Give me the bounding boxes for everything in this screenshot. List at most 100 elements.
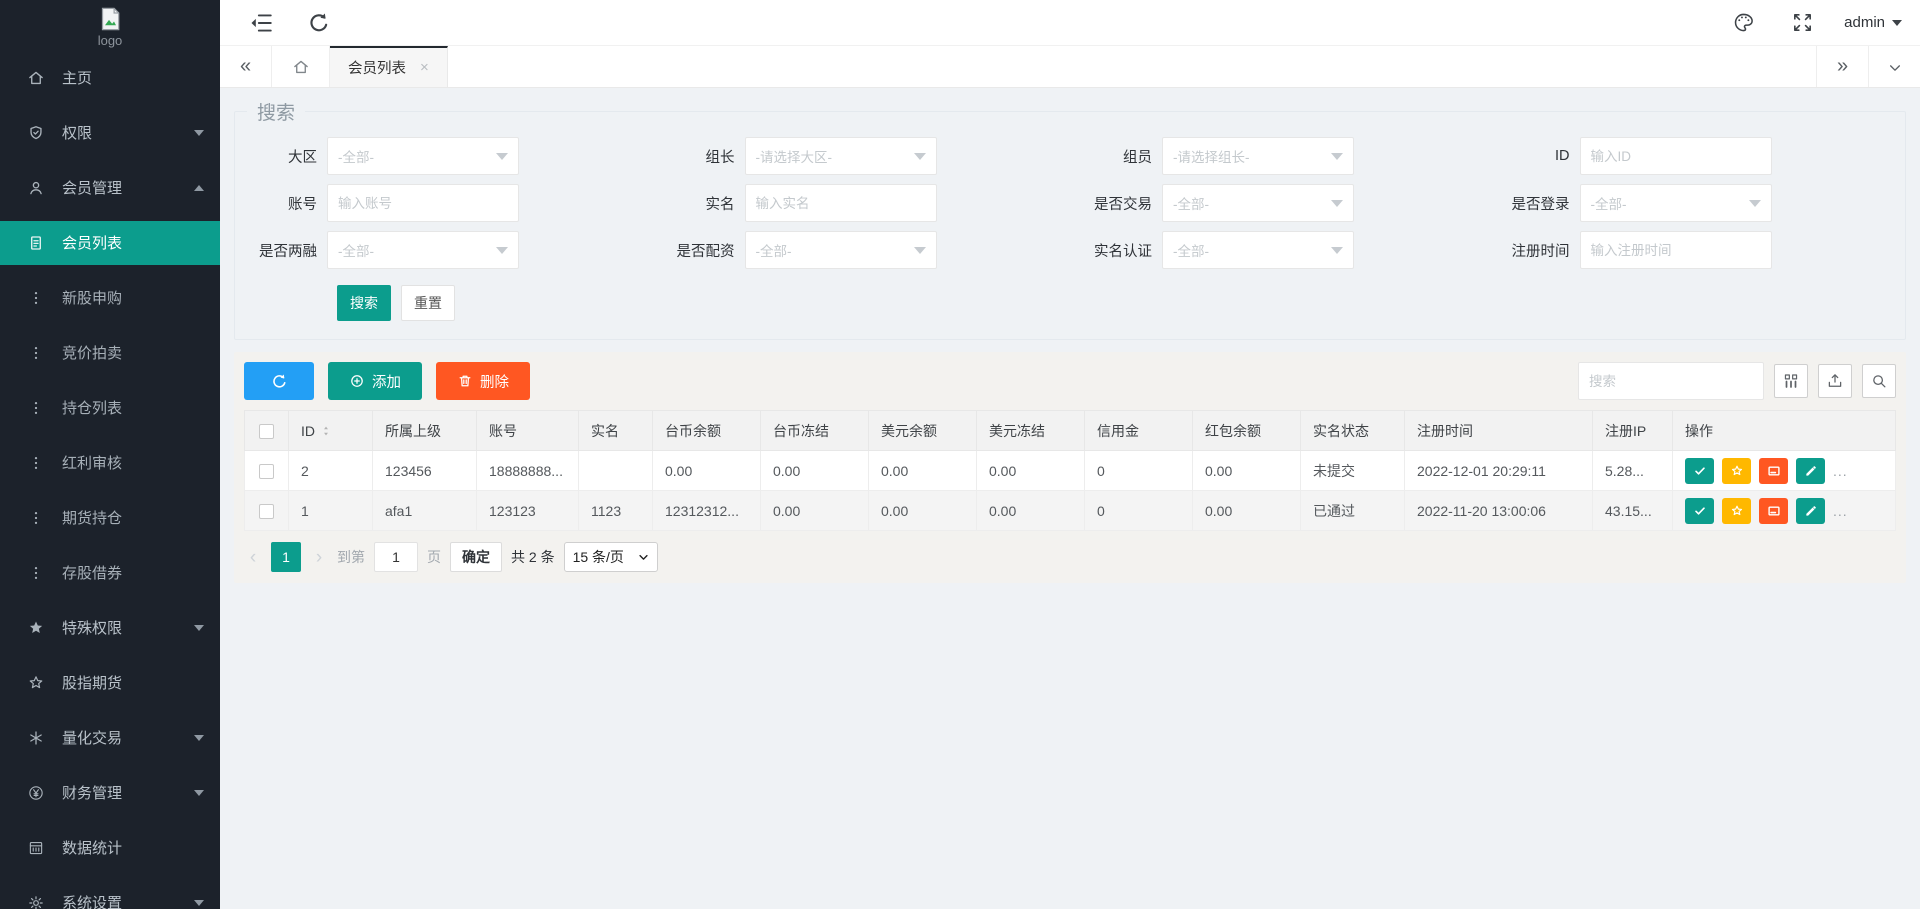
approve-button[interactable]	[1685, 498, 1714, 524]
sidebar-item-2[interactable]: 会员管理	[0, 160, 220, 215]
prev-page-button[interactable]: ‹	[244, 548, 262, 567]
sidebar-item-0[interactable]: 主页	[0, 50, 220, 105]
select-field-0[interactable]: -全部-	[327, 137, 519, 175]
print-preview-button[interactable]	[1862, 364, 1896, 398]
cell-0-8: 0	[1085, 451, 1193, 491]
goto-page-input[interactable]	[374, 542, 418, 572]
sidebar-item-6[interactable]: 持仓列表	[0, 380, 220, 435]
sidebar-item-label: 数据统计	[62, 837, 122, 858]
main-column: admin « 会员列表 × » 搜索 大区-全部-组长-请选择大区-组员-请选…	[220, 0, 1920, 909]
collapse-sidebar-icon[interactable]	[248, 10, 274, 36]
sidebar-item-4[interactable]: 新股申购	[0, 270, 220, 325]
shield-icon	[27, 124, 45, 142]
reset-button[interactable]: 重置	[401, 285, 455, 321]
approve-button[interactable]	[1685, 458, 1714, 484]
column-header-0[interactable]: ID	[289, 411, 373, 451]
fullscreen-icon[interactable]	[1791, 11, 1814, 34]
edit-button[interactable]	[1796, 458, 1825, 484]
card-button[interactable]	[1759, 498, 1788, 524]
sidebar-menu: 主页权限会员管理会员列表新股申购竞价拍卖持仓列表红利审核期货持仓存股借券特殊权限…	[0, 50, 220, 909]
sidebar-item-8[interactable]: 期货持仓	[0, 490, 220, 545]
sidebar-item-10[interactable]: 特殊权限	[0, 600, 220, 655]
select-field-1[interactable]: -请选择大区-	[745, 137, 937, 175]
toolbar-right	[1578, 362, 1896, 400]
per-page-select[interactable]: 15 条/页	[564, 542, 658, 572]
cell-1-8: 0	[1085, 491, 1193, 531]
edit-icon	[1804, 464, 1818, 478]
sidebar-item-1[interactable]: 权限	[0, 105, 220, 160]
select-field-2[interactable]: -请选择组长-	[1162, 137, 1354, 175]
tab-bar: « 会员列表 × »	[220, 46, 1920, 88]
sidebar-item-12[interactable]: 量化交易	[0, 710, 220, 765]
star-button[interactable]	[1722, 458, 1751, 484]
tabs-scroll-left-button[interactable]: «	[220, 46, 272, 87]
select-field-10[interactable]: -全部-	[1162, 231, 1354, 269]
logo: logo	[0, 0, 220, 50]
chevron-down-icon	[194, 130, 204, 136]
select-field-7[interactable]: -全部-	[1580, 184, 1772, 222]
card-button[interactable]	[1759, 458, 1788, 484]
field-label: 是否两融	[235, 240, 327, 261]
select-all-checkbox[interactable]	[259, 424, 274, 439]
sidebar-item-13[interactable]: 财务管理	[0, 765, 220, 820]
plus-circle-icon	[349, 373, 365, 389]
row-checkbox[interactable]	[259, 464, 274, 479]
sidebar-item-label: 权限	[62, 122, 92, 143]
caret-down-icon	[1892, 20, 1902, 26]
tabs-scroll-right-button[interactable]: »	[1816, 46, 1868, 87]
next-page-button[interactable]: ›	[310, 548, 328, 567]
tab-member-list[interactable]: 会员列表 ×	[330, 46, 448, 87]
goto-confirm-button[interactable]: 确定	[450, 542, 502, 572]
delete-button[interactable]: 删除	[436, 362, 530, 400]
search-button[interactable]: 搜索	[337, 285, 391, 321]
table-refresh-button[interactable]	[244, 362, 314, 400]
search-field-10: 实名认证-全部-	[1070, 231, 1488, 269]
edit-button[interactable]	[1796, 498, 1825, 524]
sidebar-item-15[interactable]: 系统设置	[0, 875, 220, 909]
sidebar-item-9[interactable]: 存股借券	[0, 545, 220, 600]
tabs-menu-button[interactable]	[1868, 46, 1920, 87]
theme-palette-icon[interactable]	[1732, 11, 1755, 34]
select-field-8[interactable]: -全部-	[327, 231, 519, 269]
select-field-9[interactable]: -全部-	[745, 231, 937, 269]
filter-columns-button[interactable]	[1774, 364, 1808, 398]
chevron-down-icon	[194, 790, 204, 796]
input-field-4[interactable]	[328, 185, 518, 221]
sidebar-item-5[interactable]: 竞价拍卖	[0, 325, 220, 380]
sort-icon[interactable]	[319, 423, 333, 439]
sidebar-item-7[interactable]: 红利审核	[0, 435, 220, 490]
close-icon[interactable]: ×	[420, 60, 429, 75]
chevron-down-icon	[194, 735, 204, 741]
row-checkbox[interactable]	[259, 504, 274, 519]
logo-text: logo	[98, 34, 123, 48]
sidebar-item-label: 特殊权限	[62, 617, 122, 638]
sidebar: logo 主页权限会员管理会员列表新股申购竞价拍卖持仓列表红利审核期货持仓存股借…	[0, 0, 220, 909]
export-button[interactable]	[1818, 364, 1852, 398]
refresh-page-icon[interactable]	[306, 10, 332, 36]
search-field-9: 是否配资-全部-	[653, 231, 1071, 269]
caret-down-icon	[1331, 200, 1343, 207]
stats-icon	[27, 839, 45, 857]
star-button[interactable]	[1722, 498, 1751, 524]
sidebar-item-11[interactable]: 股指期货	[0, 655, 220, 710]
sidebar-item-label: 会员列表	[62, 232, 122, 253]
cell-0-11: 2022-12-01 20:29:11	[1405, 451, 1593, 491]
tab-home[interactable]	[272, 46, 330, 87]
dots-icon	[27, 399, 45, 417]
page-number-1[interactable]: 1	[271, 542, 301, 572]
table-search-input[interactable]	[1578, 362, 1764, 400]
input-field-11[interactable]	[1581, 232, 1771, 268]
add-button[interactable]: 添加	[328, 362, 422, 400]
input-field-5[interactable]	[746, 185, 936, 221]
select-field-6[interactable]: -全部-	[1162, 184, 1354, 222]
more-actions[interactable]: ...	[1833, 463, 1848, 479]
cell-0-0: 2	[289, 451, 373, 491]
more-actions[interactable]: ...	[1833, 503, 1848, 519]
input-field-3[interactable]	[1581, 138, 1771, 174]
user-menu[interactable]: admin	[1844, 14, 1902, 31]
sidebar-item-14[interactable]: 数据统计	[0, 820, 220, 875]
cell-1-4: 12312312...	[653, 491, 761, 531]
sidebar-item-3[interactable]: 会员列表	[0, 221, 220, 265]
input-wrap-4	[327, 184, 519, 222]
column-header-3: 实名	[579, 411, 653, 451]
